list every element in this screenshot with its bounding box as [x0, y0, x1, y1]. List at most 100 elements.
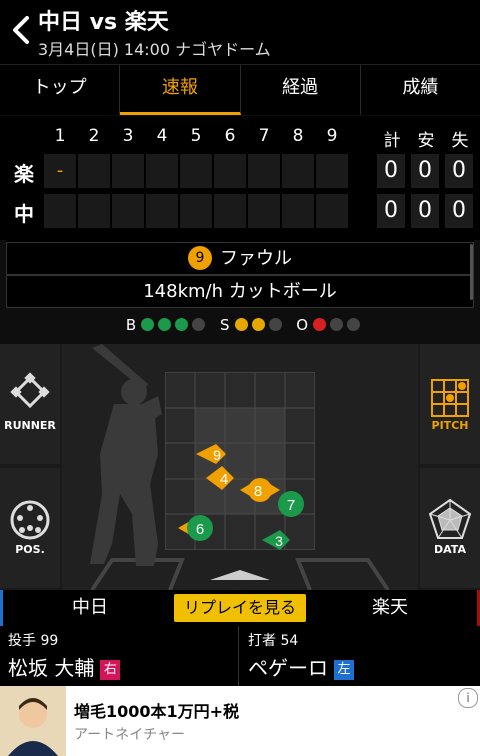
scoreboard-team-name: 楽	[14, 162, 34, 186]
pitch-detail: 148km/h カットボール	[6, 275, 474, 308]
outs-indicator	[311, 316, 362, 334]
back-arrow-icon[interactable]	[10, 14, 32, 46]
strike-dot	[251, 318, 265, 331]
ball-dot	[141, 318, 155, 331]
inning-score	[78, 154, 110, 188]
away-team-name[interactable]: 楽天	[340, 590, 440, 626]
inning-score	[282, 194, 314, 228]
pitch-number-badge: 9	[188, 246, 212, 270]
ad-advertiser: アートネイチャー	[74, 727, 186, 743]
ad-banner[interactable]: 増毛1000本1万円+税 アートネイチャー i	[0, 686, 480, 756]
pitch-markers: 9 4 8 7 6 3	[178, 444, 304, 550]
runner-button[interactable]: RUNNER	[0, 344, 60, 464]
pitch-grid-icon	[431, 379, 469, 417]
team-total: 0	[377, 194, 405, 228]
ad-info-icon[interactable]: i	[458, 688, 478, 708]
inning-header: 4	[156, 126, 168, 146]
inning-score	[146, 154, 178, 188]
home-team-name[interactable]: 中日	[40, 590, 140, 626]
inning-score	[248, 154, 280, 188]
ball-dot	[175, 318, 189, 331]
pitcher-name: 松坂 大輔	[8, 656, 95, 680]
pitcher-name-line: 松坂 大輔右	[8, 652, 121, 681]
inning-header: 9	[326, 126, 338, 146]
inning-header: 5	[190, 126, 202, 146]
pitch-marker-3[interactable]: 3	[262, 530, 290, 550]
inning-score	[214, 154, 246, 188]
team-total: 0	[377, 154, 405, 188]
out-dot	[313, 318, 327, 331]
inning-score	[248, 194, 280, 228]
out-dot	[330, 318, 344, 331]
svg-text:4: 4	[220, 471, 228, 488]
page-title: 中日 vs 楽天	[38, 10, 169, 35]
batter-info[interactable]: 打者 54 ペゲーロ左	[242, 626, 480, 686]
batter-name-line: ペゲーロ左	[248, 652, 354, 681]
play-info: 9 ファウル 148km/h カットボール	[6, 240, 474, 308]
position-button[interactable]: POS.	[0, 468, 60, 588]
ball-dot	[158, 318, 172, 331]
tab-live[interactable]: 速報	[120, 65, 241, 115]
pitch-button[interactable]: PITCH	[420, 344, 480, 464]
total-header: 計	[383, 131, 401, 151]
header-bar: 中日 vs 楽天 3月4日(日) 14:00 ナゴヤドーム	[0, 0, 480, 64]
pitch-label: PITCH	[431, 419, 469, 432]
svg-text:6: 6	[196, 521, 204, 538]
position-label: POS.	[15, 543, 45, 556]
total-header: 失	[451, 131, 469, 151]
team-total: 0	[445, 154, 473, 188]
pitch-view: 9 4 8 7 6 3 RUNNER POS. PITCH DATA	[0, 344, 480, 590]
home-team-color-bar	[0, 590, 3, 626]
replay-button[interactable]: リプレイを見る	[174, 594, 306, 622]
inning-header: 6	[224, 126, 236, 146]
runner-diamond-icon	[10, 372, 50, 409]
balls-indicator	[139, 316, 207, 334]
inning-score	[316, 194, 348, 228]
play-result-row: 9 ファウル	[6, 242, 474, 275]
pitch-marker-9[interactable]: 9	[196, 444, 226, 464]
tab-stats[interactable]: 成績	[361, 65, 480, 115]
scoreboard: 123456789計安失楽-000中000	[0, 116, 480, 240]
tab-progress[interactable]: 経過	[241, 65, 361, 115]
info-scrollbar[interactable]	[470, 244, 473, 300]
outs-label: O	[296, 316, 309, 334]
pitcher-info[interactable]: 投手 99 松坂 大輔右	[0, 626, 239, 686]
data-label: DATA	[434, 543, 466, 556]
fielder-positions-icon	[10, 500, 50, 540]
out-dot	[347, 318, 361, 331]
strike-dot	[234, 318, 248, 331]
pitch-marker-7[interactable]: 7	[278, 491, 304, 517]
inning-score: -	[44, 154, 76, 188]
strikes-label: S	[219, 316, 230, 334]
inning-header: 8	[292, 126, 304, 146]
team-row: 中日 リプレイを見る 楽天	[0, 590, 480, 626]
pitcher-hand-badge: 右	[100, 660, 121, 680]
inning-score	[44, 194, 76, 228]
ad-image	[0, 686, 66, 756]
inning-header: 1	[54, 126, 66, 146]
balls-label: B	[125, 316, 137, 334]
pitcher-label: 投手 99	[8, 633, 59, 649]
tab-top[interactable]: トップ	[0, 65, 121, 115]
team-total: 0	[445, 194, 473, 228]
ball-dot	[192, 318, 206, 331]
player-info: 投手 99 松坂 大輔右 打者 54 ペゲーロ左	[0, 626, 480, 686]
data-button[interactable]: DATA	[420, 468, 480, 588]
svg-text:3: 3	[275, 533, 283, 549]
strike-dot	[268, 318, 282, 331]
inning-score	[282, 154, 314, 188]
play-result: ファウル	[220, 248, 292, 269]
tab-bar: トップ 速報 経過 成績	[0, 64, 480, 115]
strikes-indicator	[233, 316, 284, 334]
total-header: 安	[417, 131, 435, 151]
inning-header: 2	[88, 126, 100, 146]
pitch-marker-6[interactable]: 6	[178, 515, 213, 541]
ball-count: B S O	[0, 316, 480, 342]
pitch-marker-8[interactable]: 8	[240, 478, 280, 502]
inning-score	[146, 194, 178, 228]
pitch-marker-4[interactable]: 4	[206, 466, 234, 490]
inning-score	[78, 194, 110, 228]
inning-score	[180, 194, 212, 228]
inning-score	[112, 154, 144, 188]
runner-label: RUNNER	[4, 419, 56, 432]
